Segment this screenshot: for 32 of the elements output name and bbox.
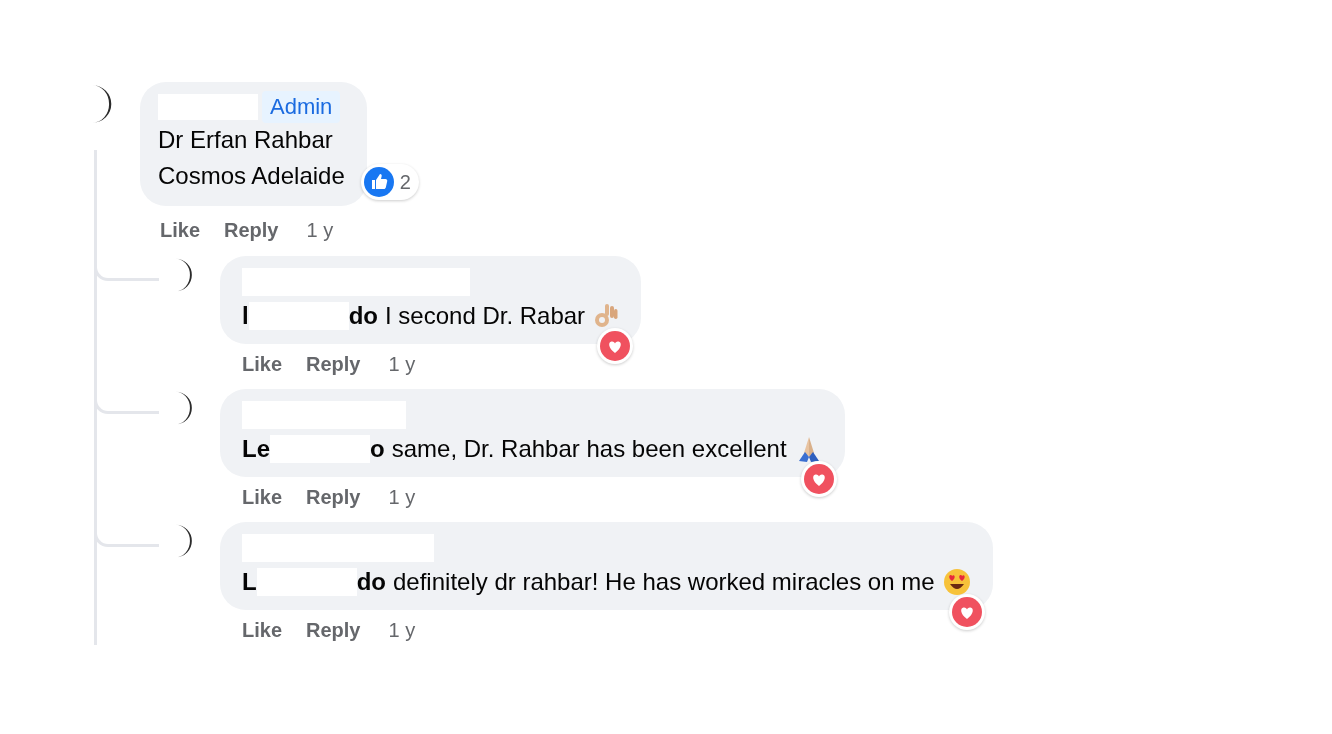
timestamp: 1 y	[388, 352, 416, 376]
comment-text: I second Dr. Rabar	[385, 301, 586, 331]
reply-link[interactable]: Reply	[306, 352, 361, 376]
like-reaction-icon	[363, 167, 394, 197]
comment-text: definitely dr rahbar! He has worked miracles on me	[393, 567, 935, 597]
timestamp: 1 y	[388, 618, 416, 642]
tagged-name[interactable]: do	[348, 300, 378, 332]
tagged-name[interactable]: L	[242, 566, 257, 598]
reply-link[interactable]: Reply	[306, 618, 361, 642]
timestamp: 1 y	[306, 218, 334, 242]
reply-link[interactable]: Reply	[306, 485, 361, 509]
reaction-count[interactable]: 2	[360, 164, 419, 200]
timestamp: 1 y	[388, 485, 416, 509]
reaction-badge[interactable]	[597, 328, 634, 364]
love-reaction-icon	[600, 331, 631, 361]
comment-text: Dr Erfan Rahbar	[158, 125, 334, 155]
like-link[interactable]: Like	[242, 618, 283, 642]
tagged-name[interactable]: do	[356, 566, 386, 598]
tagged-name[interactable]: o	[370, 433, 385, 465]
admin-badge: Admin	[262, 91, 341, 123]
like-link[interactable]: Like	[242, 352, 283, 376]
tagged-name[interactable]: l	[242, 300, 249, 332]
comment-text: Cosmos Adelaide	[158, 161, 345, 191]
tagged-name[interactable]: Le	[242, 433, 270, 465]
reaction-badge[interactable]	[948, 594, 985, 630]
reply-link[interactable]: Reply	[224, 218, 279, 242]
love-reaction-icon	[803, 464, 834, 494]
love-reaction-icon	[951, 597, 982, 627]
reaction-badge[interactable]	[800, 461, 837, 497]
like-link[interactable]: Like	[160, 218, 201, 242]
comment-text: same, Dr. Rahbar has been excellent	[391, 434, 787, 464]
like-link[interactable]: Like	[242, 485, 283, 509]
